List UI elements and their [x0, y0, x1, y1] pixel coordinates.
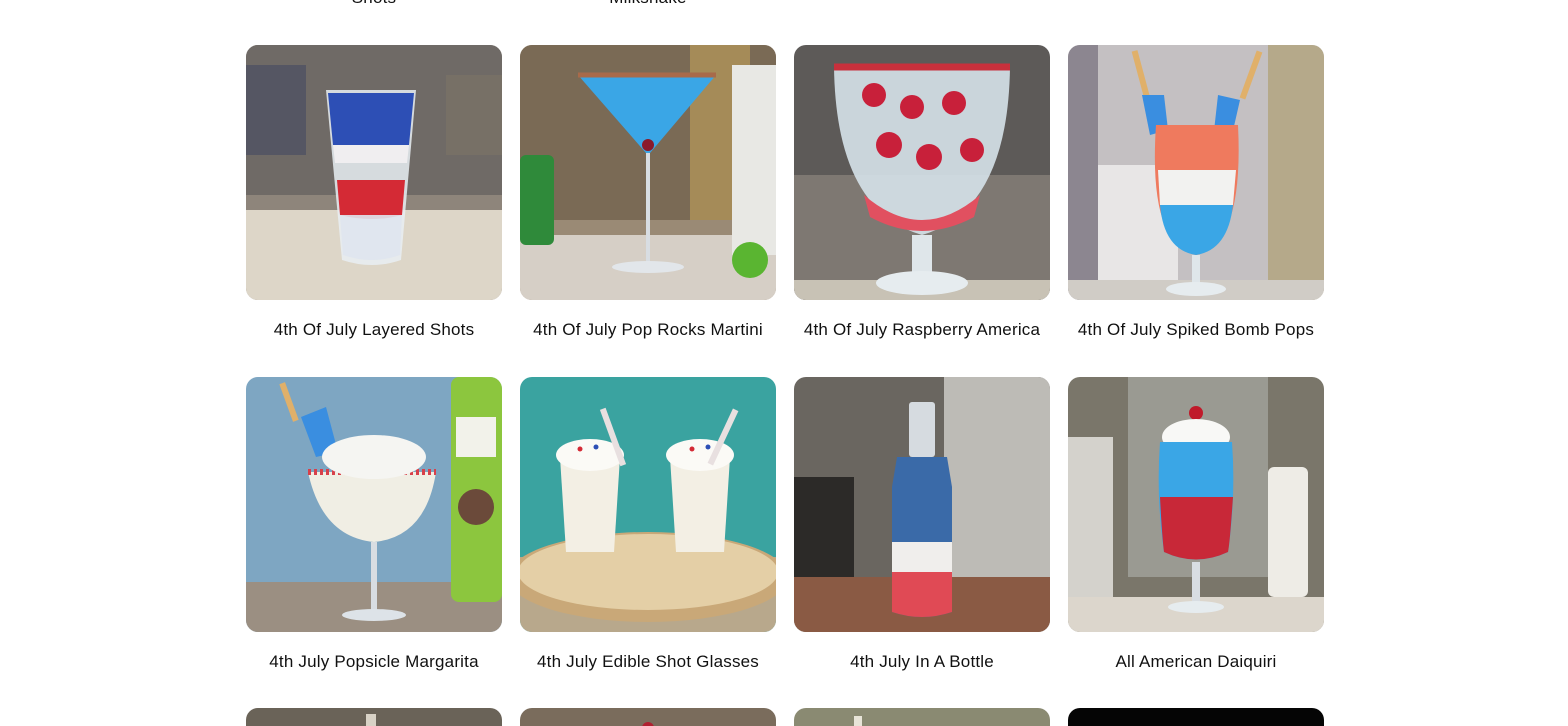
recipe-card[interactable]: 4th July Popsicle Margarita [246, 377, 502, 709]
recipe-thumbnail[interactable] [794, 45, 1050, 300]
recipe-title[interactable]: 4th Of July Layered Shots [246, 319, 502, 341]
recipe-card[interactable]: 4th July Edible Shot Glasses [520, 377, 776, 709]
recipe-thumbnail[interactable] [520, 45, 776, 300]
martini-image [520, 45, 776, 300]
recipe-thumbnail[interactable] [794, 377, 1050, 632]
previous-row-label[interactable]: Shots [246, 0, 502, 8]
drink-photo-image [1068, 708, 1324, 726]
edible-shot-glasses-image [520, 377, 776, 632]
recipe-thumbnail[interactable] [246, 377, 502, 632]
recipe-title[interactable]: 4th July In A Bottle [794, 651, 1050, 673]
recipe-grid: 4th Of July Layered Shots 4th Of July Po… [246, 45, 1324, 709]
recipe-thumbnail[interactable] [1068, 377, 1324, 632]
recipe-thumbnail[interactable] [1068, 708, 1324, 726]
drink-photo-image [520, 708, 776, 726]
drink-photo-image [794, 708, 1050, 726]
recipe-thumbnail[interactable] [1068, 45, 1324, 300]
recipe-card[interactable]: 4th Of July Raspberry America [794, 45, 1050, 377]
recipe-thumbnail[interactable] [520, 708, 776, 726]
recipe-thumbnail[interactable] [246, 45, 502, 300]
recipe-thumbnail[interactable] [794, 708, 1050, 726]
recipe-card[interactable]: 4th Of July Layered Shots [246, 45, 502, 377]
recipe-thumbnail[interactable] [246, 708, 502, 726]
previous-row-label[interactable]: Milkshake [520, 0, 776, 8]
recipe-title[interactable]: 4th July Edible Shot Glasses [520, 651, 776, 673]
recipe-card[interactable]: 4th Of July Spiked Bomb Pops [1068, 45, 1324, 377]
recipe-title[interactable]: 4th Of July Spiked Bomb Pops [1068, 319, 1324, 341]
recipe-thumbnail[interactable] [520, 377, 776, 632]
raspberry-goblet-image [794, 45, 1050, 300]
daiquiri-image [1068, 377, 1324, 632]
recipe-title[interactable]: All American Daiquiri [1068, 651, 1324, 673]
popsicle-margarita-image [246, 377, 502, 632]
layered-shot-image [246, 45, 502, 300]
next-row-thumbnails [246, 708, 1324, 726]
recipe-title[interactable]: 4th July Popsicle Margarita [246, 651, 502, 673]
recipe-card[interactable]: 4th Of July Pop Rocks Martini [520, 45, 776, 377]
recipe-gallery-page: Shots Milkshake 4th Of July Layered [0, 0, 1568, 726]
recipe-card[interactable]: 4th July In A Bottle [794, 377, 1050, 709]
bottle-drink-image [794, 377, 1050, 632]
drink-photo-image [246, 708, 502, 726]
bomb-pops-image [1068, 45, 1324, 300]
recipe-title[interactable]: 4th Of July Pop Rocks Martini [520, 319, 776, 341]
recipe-card[interactable]: All American Daiquiri [1068, 377, 1324, 709]
recipe-title[interactable]: 4th Of July Raspberry America [794, 319, 1050, 341]
